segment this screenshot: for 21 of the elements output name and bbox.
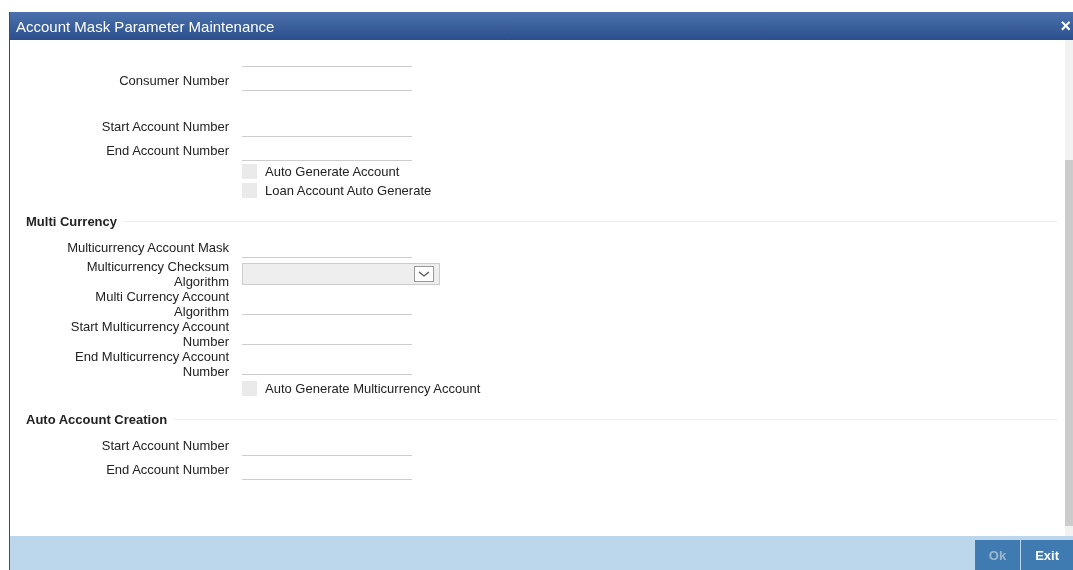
scrollbar[interactable]	[1065, 40, 1073, 536]
section-heading: Auto Account Creation	[26, 412, 168, 427]
field-label: Start Account Number	[101, 118, 229, 134]
dropdown-field[interactable]	[242, 263, 440, 285]
dialog-button[interactable]: Exit	[1020, 540, 1073, 570]
field-label: Start Account Number	[101, 437, 229, 453]
field-label: End Multicurrency Account Number	[74, 349, 229, 379]
caret-icon	[414, 266, 434, 282]
window-title: Account Mask Parameter Maintenance	[16, 17, 275, 35]
field-label: End Account Number	[106, 142, 229, 158]
field-label: Start Multicurrency Account Number	[69, 319, 229, 349]
field-label: Consumer Number	[119, 72, 229, 88]
field-label: Multi Currency Account Algorithm	[94, 289, 229, 319]
checkbox-label: Auto Generate Multicurrency Account	[265, 381, 481, 396]
checkbox-label: Loan Account Auto Generate	[265, 183, 432, 198]
field-label: Multicurrency Checksum Algorithm	[85, 259, 229, 289]
close-button[interactable]: ×	[1058, 15, 1073, 37]
checkbox-label: Auto Generate Account	[265, 164, 400, 179]
section-heading: Multi Currency	[26, 214, 117, 229]
field-label: Multicurrency Account Mask	[67, 239, 229, 255]
field-label: End Account Number	[106, 461, 229, 477]
